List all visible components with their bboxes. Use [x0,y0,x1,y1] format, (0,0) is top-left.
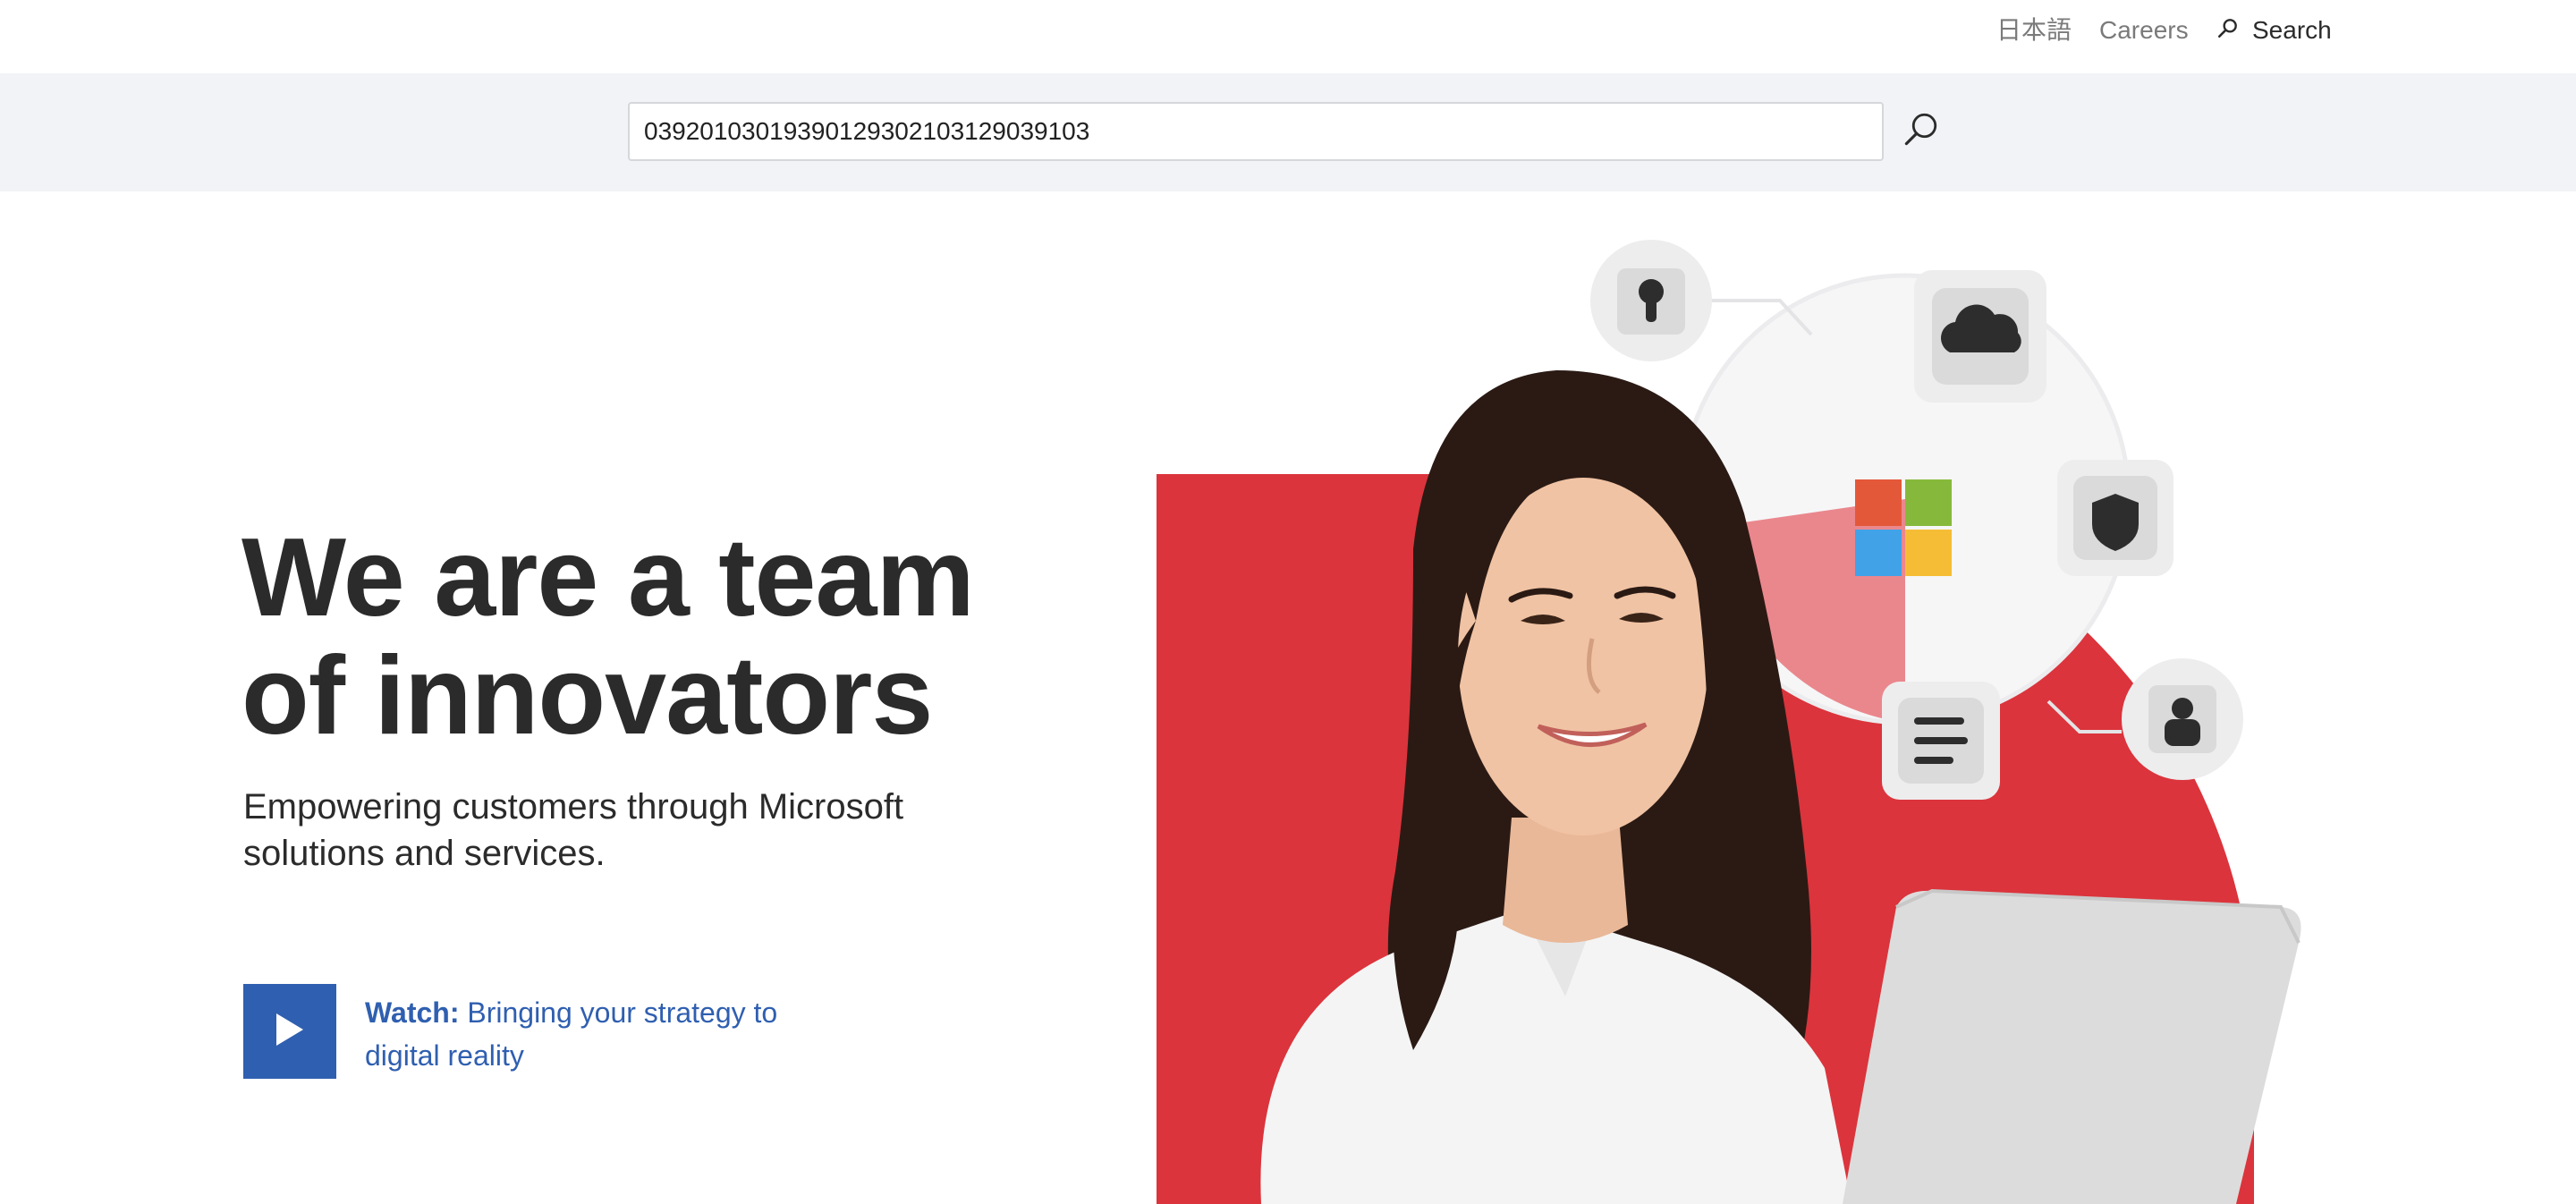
search-icon [2216,16,2240,46]
shield-icon [2057,460,2174,576]
language-link[interactable]: 日本語 [1996,14,2072,47]
hero-headline: We are a team of innovators [242,519,1136,755]
cloud-icon [1914,270,2046,403]
subheadline-line-1: Empowering customers through Microsoft [243,787,904,827]
watch-prefix: Watch: [365,996,460,1029]
watch-link-text[interactable]: Watch: Bringing your strategy to digital… [365,991,830,1077]
search-submit-button[interactable] [1900,109,1943,152]
keyhole-icon [1590,240,1712,361]
play-icon [275,1012,305,1052]
top-search-label: Search [2252,16,2332,44]
watch-video-link[interactable]: Watch: Bringing your strategy to digital… [243,984,830,1079]
hero-subheadline: Empowering customers through Microsoft s… [243,784,1013,877]
play-button[interactable] [243,984,336,1079]
utility-bar: 日本語 Careers Search [0,0,2576,73]
search-icon [1902,110,1940,152]
search-input[interactable] [628,102,1884,161]
top-search-link[interactable]: Search [2216,14,2332,47]
headline-line-1: We are a team [242,516,975,640]
hero-illustration [1145,191,2576,1204]
headline-line-2: of innovators [242,634,933,758]
laptop-image [1843,888,2301,1204]
user-icon [2122,658,2243,780]
search-band [0,73,2576,191]
careers-link[interactable]: Careers [2099,14,2189,47]
document-lines-icon [1882,682,2000,800]
subheadline-line-2: solutions and services. [243,834,606,873]
